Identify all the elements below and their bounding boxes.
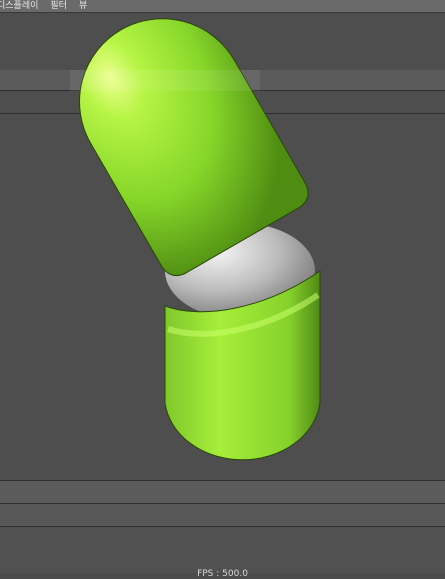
3d-viewport[interactable]: FPS : 500.0 [0,13,445,579]
fps-readout: FPS : 500.0 [197,569,248,579]
band-overlay [70,70,260,91]
menu-filter[interactable]: 필터 [50,0,67,12]
menu-display[interactable]: 디스플레이 [0,0,38,12]
capsule-model [70,18,321,461]
menu-bar: 디스플레이 필터 뷰 [0,0,445,13]
menu-view[interactable]: 뷰 [79,0,87,12]
